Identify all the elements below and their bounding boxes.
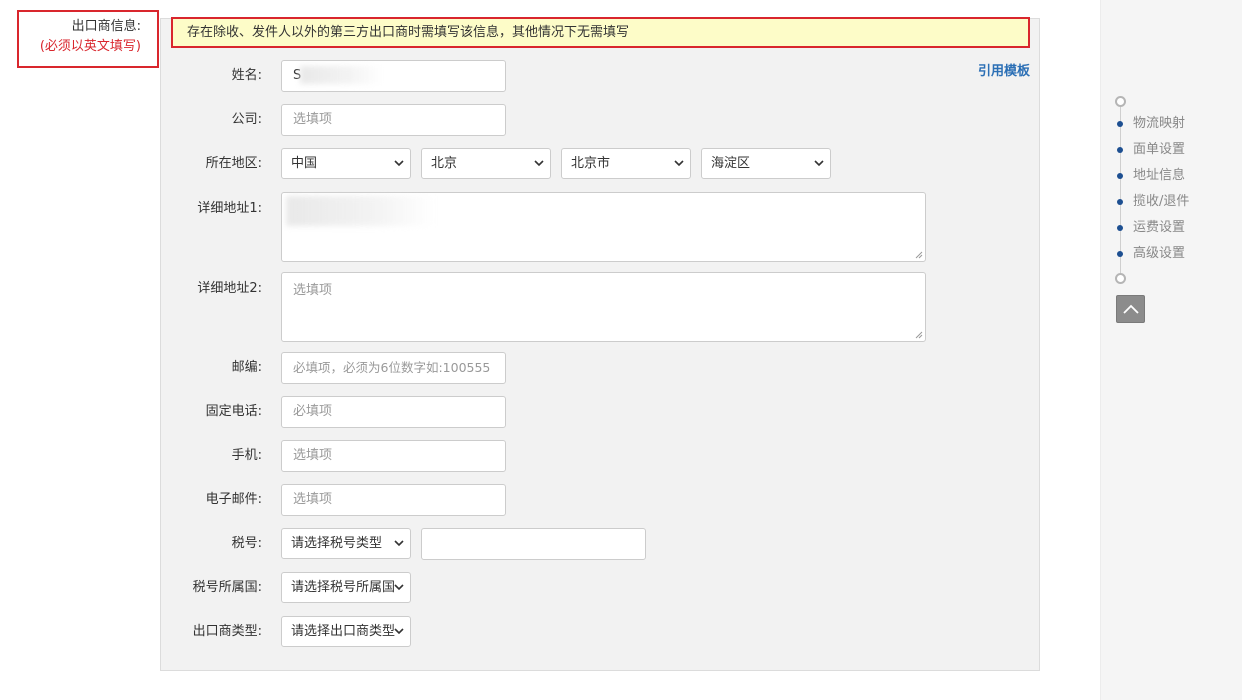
nav-dot-icon [1117,121,1123,127]
district-value: 海淀区 [711,156,751,171]
chevron-down-icon [394,160,404,167]
country-select[interactable]: 中国 [281,148,411,179]
phone-input[interactable]: 必填项 [281,396,506,428]
email-placeholder: 选填项 [293,492,333,507]
region-label: 所在地区: [205,156,262,171]
section-title: 出口商信息: [71,19,141,34]
postcode-placeholder: 必填项，必须为6位数字如:100555 [293,360,491,375]
chevron-down-icon [534,160,544,167]
province-select[interactable]: 北京 [421,148,551,179]
phone-placeholder: 必填项 [293,404,333,419]
use-template-link[interactable]: 引用模板 [978,60,1030,79]
postcode-input[interactable]: 必填项，必须为6位数字如:100555 [281,352,506,384]
district-select[interactable]: 海淀区 [701,148,831,179]
country-value: 中国 [291,156,318,171]
notice-banner: 存在除收、发件人以外的第三方出口商时需填写该信息，其他情况下无需填写 [171,17,1030,48]
resize-handle-icon[interactable] [915,331,923,339]
tax-number-label: 税号: [231,536,262,551]
nav-start-ring-icon [1115,96,1126,107]
company-label: 公司: [231,112,262,127]
tax-country-value: 请选择税号所属国 [291,580,396,595]
nav-dot-icon [1117,225,1123,231]
city-select[interactable]: 北京市 [561,148,691,179]
nav-item-label: 地址信息 [1133,168,1186,183]
email-label: 电子邮件: [205,492,262,507]
chevron-down-icon [394,584,404,591]
nav-item-label: 物流映射 [1133,116,1186,131]
nav-item-label: 面单设置 [1133,142,1186,157]
chevron-down-icon [394,628,404,635]
mobile-input[interactable]: 选填项 [281,440,506,472]
nav-dot-icon [1117,199,1123,205]
province-value: 北京 [431,156,458,171]
exporter-section-label: 出口商信息: (必须以英文填写) [17,10,159,68]
nav-item-label: 运费设置 [1133,220,1186,235]
chevron-down-icon [814,160,824,167]
mobile-label: 手机: [231,448,262,463]
address1-label: 详细地址1: [197,201,262,216]
tax-type-value: 请选择税号类型 [291,536,383,551]
nav-item-label: 高级设置 [1133,246,1186,261]
chevron-down-icon [394,540,404,547]
chevron-down-icon [674,160,684,167]
nav-dot-icon [1117,147,1123,153]
resize-handle-icon[interactable] [915,251,923,259]
back-to-top-button[interactable] [1116,295,1145,323]
exporter-type-label: 出口商类型: [192,624,262,639]
name-label: 姓名: [231,68,262,83]
address2-label: 详细地址2: [197,281,262,296]
phone-label: 固定电话: [205,404,262,419]
nav-item-label: 揽收/退件 [1133,194,1190,209]
nav-timeline-line [1120,105,1121,275]
nav-dot-icon [1117,251,1123,257]
postcode-label: 邮编: [231,360,262,375]
tax-country-select[interactable]: 请选择税号所属国 [281,572,411,603]
nav-end-ring-icon [1115,273,1126,284]
chevron-up-icon [1123,304,1139,314]
tax-type-select[interactable]: 请选择税号类型 [281,528,411,559]
tax-number-input[interactable] [421,528,646,560]
nav-dot-icon [1117,173,1123,179]
redacted-blur [300,66,382,84]
mobile-placeholder: 选填项 [293,448,333,463]
city-value: 北京市 [571,156,611,171]
address2-textarea[interactable]: 选填项 [281,272,926,342]
exporter-type-value: 请选择出口商类型 [291,624,396,639]
company-placeholder: 选填项 [293,112,333,127]
tax-country-label: 税号所属国: [192,580,262,595]
section-note: (必须以英文填写) [39,39,141,54]
company-input[interactable]: 选填项 [281,104,506,136]
redacted-blur [286,196,434,226]
exporter-type-select[interactable]: 请选择出口商类型 [281,616,411,647]
address2-placeholder: 选填项 [293,283,333,298]
email-input[interactable]: 选填项 [281,484,506,516]
